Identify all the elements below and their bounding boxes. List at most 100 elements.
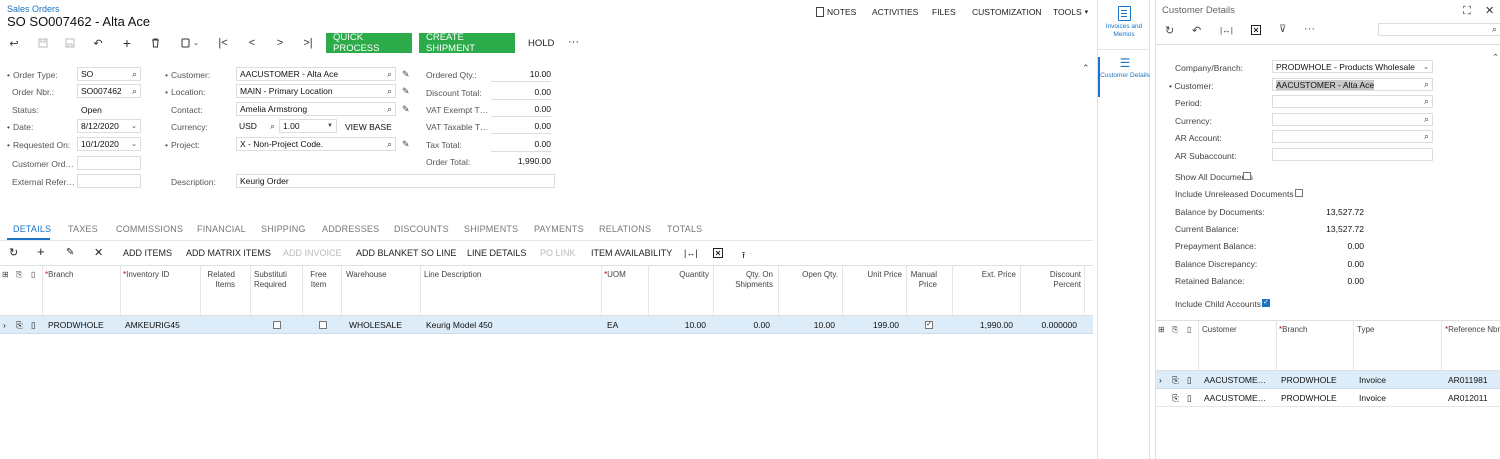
cell-warehouse[interactable]: WHOLESALE <box>349 320 402 330</box>
search-icon[interactable]: ⌕ <box>1424 96 1429 107</box>
cell-ext-price[interactable]: 1,990.00 <box>955 320 1013 330</box>
notes-button[interactable]: NOTES <box>816 7 856 17</box>
ar-account-field[interactable]: ⌕ <box>1272 130 1433 143</box>
cell-uom[interactable]: EA <box>607 320 618 330</box>
hold-button[interactable]: HOLD <box>528 38 554 49</box>
description-field[interactable]: Keurig Order <box>236 174 555 188</box>
line-details-button[interactable]: LINE DETAILS <box>467 248 526 258</box>
customer-field[interactable]: AACUSTOMER - Alta Ace ⌕ <box>236 67 396 81</box>
cell-branch[interactable]: PRODWHOLE <box>48 320 104 330</box>
col-qty-on-shipments[interactable]: Qty. On Shipments <box>722 270 773 290</box>
expand-icon[interactable]: ⛶ <box>1463 5 1471 18</box>
add-matrix-items-button[interactable]: ADD MATRIX ITEMS <box>186 248 271 258</box>
create-shipment-button[interactable]: CREATE SHIPMENT <box>419 32 515 54</box>
include-unreleased-checkbox[interactable] <box>1295 189 1303 197</box>
cell-type[interactable]: Invoice <box>1359 375 1386 385</box>
tab-financial[interactable]: FINANCIAL <box>197 224 246 234</box>
activities-button[interactable]: ACTIVITIES <box>872 7 918 17</box>
chevron-down-icon[interactable]: ⌄ <box>131 140 137 148</box>
currency-rate-field[interactable]: 1.00 ▼ <box>279 119 337 133</box>
col-discount-percent[interactable]: Discount Percent <box>1028 270 1081 290</box>
requested-on-field[interactable]: 10/1/2020 ⌄ <box>77 137 141 151</box>
search-icon[interactable]: ⌕ <box>387 69 392 80</box>
add-blanket-so-line-button[interactable]: ADD BLANKET SO LINE <box>356 248 456 258</box>
include-child-accounts-checkbox[interactable]: ✓ <box>1262 299 1270 307</box>
company-branch-select[interactable]: PRODWHOLE - Products Wholesale ⌄ <box>1272 60 1433 73</box>
cell-branch[interactable]: PRODWHOLE <box>1281 393 1337 403</box>
close-icon[interactable]: ✕ <box>1485 4 1494 17</box>
search-icon[interactable]: ⌕ <box>1424 131 1429 142</box>
tab-taxes[interactable]: TAXES <box>68 224 98 234</box>
delete-row-icon[interactable]: ✕ <box>94 246 103 259</box>
cell-inventory-id[interactable]: AMKEURIG45 <box>125 320 180 330</box>
grid-settings-icon[interactable]: ⊞ <box>2 270 9 280</box>
copy-paste-icon[interactable]: ⌄ <box>175 36 205 50</box>
cell-type[interactable]: Invoice <box>1359 393 1386 403</box>
fit-columns-icon[interactable]: |↔| <box>1220 25 1233 35</box>
po-link-button[interactable]: PO LINK <box>540 248 576 258</box>
table-row[interactable]: › ⎘ ▯ PRODWHOLE AMKEURIG45 WHOLESALE Keu… <box>0 316 1093 334</box>
currency-field[interactable]: USD ⌕ <box>236 119 278 133</box>
fit-columns-icon[interactable]: |↔| <box>684 248 698 258</box>
currency-field[interactable]: ⌕ <box>1272 113 1433 126</box>
col-inventory-id[interactable]: *Inventory ID <box>123 270 169 280</box>
col-free-item[interactable]: Free Item <box>305 270 332 290</box>
note-icon[interactable]: ▯ <box>31 320 36 331</box>
col-type[interactable]: Type <box>1357 325 1374 335</box>
table-row[interactable]: › ⎘ ▯ AACUSTOME… PRODWHOLE Invoice AR011… <box>1156 371 1500 389</box>
customer-details-button[interactable]: ☰ Customer Details <box>1098 57 1150 97</box>
chevron-down-icon[interactable]: ⌄ <box>131 122 137 130</box>
attachment-icon[interactable]: ⎘ <box>1172 375 1179 386</box>
search-icon[interactable]: ⌕ <box>387 139 392 150</box>
contact-field[interactable]: Amelia Armstrong ⌕ <box>236 102 396 116</box>
previous-record-icon[interactable]: < <box>243 36 261 50</box>
attachment-icon[interactable]: ⎘ <box>16 320 23 331</box>
undo-icon[interactable]: ↶ <box>89 36 107 50</box>
tab-discounts[interactable]: DISCOUNTS <box>394 224 449 234</box>
search-icon[interactable]: ⌕ <box>1424 114 1429 125</box>
caret-down-icon[interactable]: ▼ <box>327 123 333 129</box>
grid-settings-icon[interactable]: ⊞ <box>1158 325 1165 335</box>
cell-unit-price[interactable]: 199.00 <box>844 320 899 330</box>
tools-menu[interactable]: TOOLS ▾ <box>1053 7 1088 17</box>
col-related-items[interactable]: Related Items <box>203 270 235 290</box>
tab-payments[interactable]: PAYMENTS <box>534 224 584 234</box>
edit-icon[interactable]: ✎ <box>402 104 410 115</box>
note-icon[interactable]: ▯ <box>1187 375 1192 386</box>
search-icon[interactable]: ⌕ <box>270 121 275 132</box>
table-row[interactable]: ⎘ ▯ AACUSTOME… PRODWHOLE Invoice AR01201… <box>1156 389 1500 407</box>
more-icon[interactable]: ··· <box>1304 23 1315 35</box>
back-icon[interactable]: ↩ <box>5 36 23 50</box>
undo-icon[interactable]: ↶ <box>1192 24 1201 37</box>
search-input[interactable]: ⌕ <box>1378 23 1500 36</box>
cell-reference-nbr[interactable]: AR012011 <box>1448 393 1488 403</box>
cell-discount-percent[interactable]: 0.000000 <box>1020 320 1077 330</box>
col-open-qty[interactable]: Open Qty. <box>780 270 838 280</box>
edit-icon[interactable]: ✎ <box>402 69 410 80</box>
cell-customer[interactable]: AACUSTOME… <box>1204 375 1266 385</box>
invoices-memos-button[interactable]: Invoices and Memos <box>1098 6 1150 39</box>
order-type-field[interactable]: SO ⌕ <box>77 67 141 81</box>
save-close-icon[interactable] <box>61 36 79 50</box>
search-icon[interactable]: ⌕ <box>132 86 137 97</box>
quick-process-button[interactable]: QUICK PROCESS <box>326 32 412 54</box>
tab-addresses[interactable]: ADDRESSES <box>322 224 379 234</box>
tab-totals[interactable]: TOTALS <box>667 224 702 234</box>
tab-commissions[interactable]: COMMISSIONS <box>116 224 183 234</box>
tab-shipping[interactable]: SHIPPING <box>261 224 306 234</box>
edit-icon[interactable]: ✎ <box>402 139 410 150</box>
cell-line-description[interactable]: Keurig Model 450 <box>426 320 493 330</box>
export-excel-icon[interactable] <box>713 248 723 260</box>
tab-details[interactable]: DETAILS <box>13 224 51 234</box>
add-icon[interactable]: + <box>118 35 136 51</box>
files-button[interactable]: FILES <box>932 7 956 17</box>
export-excel-icon[interactable] <box>1251 25 1261 37</box>
tab-shipments[interactable]: SHIPMENTS <box>464 224 518 234</box>
order-nbr-field[interactable]: SO007462 ⌕ <box>77 84 141 98</box>
more-actions-button[interactable]: ··· <box>568 36 579 48</box>
show-all-documents-checkbox[interactable] <box>1243 172 1251 180</box>
view-base-button[interactable]: VIEW BASE <box>345 122 392 132</box>
customization-button[interactable]: CUSTOMIZATION <box>972 7 1042 17</box>
edit-icon[interactable]: ✎ <box>402 86 410 97</box>
cell-quantity[interactable]: 10.00 <box>650 320 706 330</box>
